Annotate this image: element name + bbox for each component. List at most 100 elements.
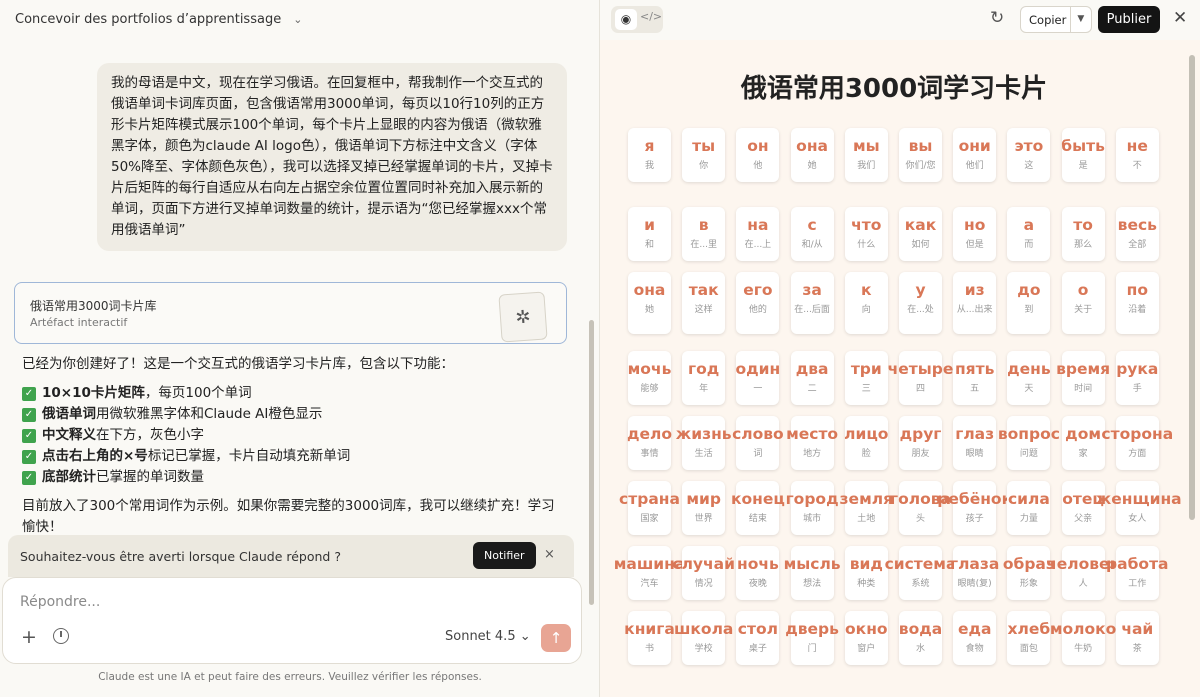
chinese-meaning: 你: [699, 161, 709, 171]
chinese-meaning: 他: [753, 161, 763, 171]
chevron-down-icon[interactable]: ⌄: [293, 13, 302, 26]
list-item: ✓ 点击右上角的×号 标记已掌握，卡片自动填充新单词: [22, 446, 562, 467]
chinese-meaning: 父亲: [1074, 514, 1093, 524]
chinese-meaning: 向: [861, 305, 871, 315]
chinese-meaning: 方面: [1128, 449, 1147, 459]
chinese-meaning: 茶: [1132, 644, 1142, 654]
chat-scrollbar[interactable]: [589, 320, 594, 605]
chinese-meaning: 水: [915, 644, 925, 654]
chinese-meaning: 五: [970, 384, 980, 394]
chinese-meaning: 形象: [1019, 579, 1038, 589]
chevron-down-icon[interactable]: ▼: [1069, 7, 1091, 32]
chinese-meaning: 种类: [857, 579, 876, 589]
word-card[interactable]: рука 手: [1115, 351, 1159, 405]
artifact-subtitle: Artéfact interactif: [30, 316, 128, 329]
chinese-meaning: 她: [644, 305, 654, 315]
chinese-meaning: 孩子: [965, 514, 984, 524]
chinese-meaning: 在...上: [744, 240, 772, 250]
model-selector[interactable]: Sonnet 4.5 ⌄: [445, 629, 531, 644]
chinese-meaning: 国家: [640, 514, 659, 524]
plus-icon[interactable]: +: [21, 626, 37, 648]
chinese-meaning: 和: [644, 240, 654, 250]
checkmark-icon: ✓: [22, 428, 36, 443]
chinese-meaning: 四: [915, 384, 925, 394]
russian-word: по: [1126, 281, 1148, 299]
chinese-meaning: 而: [1024, 240, 1034, 250]
russian-word: женщина: [1095, 490, 1182, 508]
chinese-meaning: 书: [644, 644, 654, 654]
chinese-meaning: 在...处: [907, 305, 934, 315]
send-button[interactable]: ↑: [541, 624, 571, 652]
list-item: ✓ 俄语单词 用微软雅黑字体和Claude AI橙色显示: [22, 404, 562, 425]
conversation-header[interactable]: Concevoir des portfolios d’apprentissage…: [0, 0, 599, 38]
list-item: ✓ 中文释义 在下方，灰色小字: [22, 425, 562, 446]
chinese-meaning: 从...出来: [956, 305, 993, 315]
chinese-meaning: 女人: [1128, 514, 1147, 524]
reply-input[interactable]: Répondre...: [20, 594, 100, 610]
code-icon[interactable]: </>: [640, 10, 662, 23]
word-card[interactable]: чай 茶: [1115, 611, 1159, 665]
word-card[interactable]: весь 全部: [1115, 207, 1159, 261]
word-card[interactable]: женщина 女人: [1096, 481, 1182, 535]
reply-intro: 已经为你创建好了！这是一个交互式的俄语学习卡片库，包含以下功能：: [22, 356, 454, 372]
artifact-preview-panel: ◉ </> ↻ Copier ▼ Publier ✕ 俄语常用3000词学习卡片…: [600, 0, 1200, 697]
chinese-meaning: 年: [699, 384, 709, 394]
russian-word: сторона: [1101, 425, 1174, 443]
word-card[interactable]: по 沿着: [1115, 272, 1159, 334]
chinese-meaning: 结束: [748, 514, 767, 524]
chinese-meaning: 问题: [1019, 449, 1038, 459]
chinese-meaning: 三: [861, 384, 871, 394]
chinese-meaning: 情况: [694, 579, 713, 589]
chinese-meaning: 力量: [1019, 514, 1038, 524]
disclaimer: Claude est une IA et peut faire des erre…: [98, 671, 482, 683]
chinese-meaning: 事情: [640, 449, 659, 459]
russian-word: весь: [1117, 216, 1157, 234]
artifact-preview-icon: ✲: [498, 291, 548, 343]
chinese-meaning: 一: [753, 384, 763, 394]
message-composer[interactable]: Répondre... + Sonnet 4.5 ⌄ ↑: [2, 577, 582, 664]
chinese-meaning: 我们: [857, 161, 876, 171]
chinese-meaning: 窗户: [857, 644, 876, 654]
notify-button[interactable]: Notifier: [473, 542, 536, 569]
artifact-title: 俄语常用3000词卡片库: [30, 299, 157, 313]
chinese-meaning: 城市: [803, 514, 822, 524]
word-card[interactable]: не 不: [1115, 128, 1159, 182]
artifact-card[interactable]: 俄语常用3000词卡片库 Artéfact interactif ✲: [14, 282, 567, 344]
close-icon[interactable]: ×: [544, 547, 555, 562]
chinese-meaning: 词: [753, 449, 763, 459]
chinese-meaning: 眼睛(复): [957, 579, 992, 589]
notification-text: Souhaitez-vous être averti lorsque Claud…: [20, 548, 341, 564]
eye-icon[interactable]: ◉: [615, 9, 637, 30]
chinese-meaning: 牛奶: [1074, 644, 1093, 654]
copy-button[interactable]: Copier: [1021, 13, 1070, 27]
chinese-meaning: 食物: [965, 644, 984, 654]
refresh-icon[interactable]: ↻: [990, 8, 1004, 28]
chinese-meaning: 世界: [694, 514, 713, 524]
chinese-meaning: 土地: [857, 514, 876, 524]
close-icon[interactable]: ✕: [1173, 8, 1187, 28]
russian-word: работа: [1106, 555, 1169, 573]
chinese-meaning: 但是: [965, 240, 984, 250]
chinese-meaning: 地方: [803, 449, 822, 459]
feature-list: ✓ 10×10卡片矩阵 ，每页100个单词 ✓ 俄语单词 用微软雅黑字体和Claude …: [22, 383, 562, 488]
chinese-meaning: 脸: [861, 449, 871, 459]
chinese-meaning: 二: [807, 384, 817, 394]
preview-scrollbar[interactable]: [1189, 55, 1195, 520]
chinese-meaning: 到: [1024, 305, 1034, 315]
chinese-meaning: 这: [1024, 161, 1034, 171]
clock-icon[interactable]: [53, 628, 69, 644]
word-card[interactable]: сторона 方面: [1101, 416, 1173, 470]
chinese-meaning: 工作: [1128, 579, 1147, 589]
chinese-meaning: 系统: [911, 579, 930, 589]
chinese-meaning: 那么: [1074, 240, 1093, 250]
chinese-meaning: 手: [1132, 384, 1142, 394]
copy-button-group[interactable]: Copier ▼: [1020, 6, 1092, 33]
view-toggle[interactable]: ◉ </>: [611, 6, 663, 33]
chinese-meaning: 人: [1078, 579, 1088, 589]
conversation-title[interactable]: Concevoir des portfolios d’apprentissage: [15, 12, 281, 27]
chinese-meaning: 她: [807, 161, 817, 171]
chinese-meaning: 能够: [640, 384, 659, 394]
publish-button[interactable]: Publier: [1098, 6, 1160, 33]
word-card[interactable]: работа 工作: [1106, 546, 1169, 600]
chinese-meaning: 夜晚: [748, 579, 767, 589]
